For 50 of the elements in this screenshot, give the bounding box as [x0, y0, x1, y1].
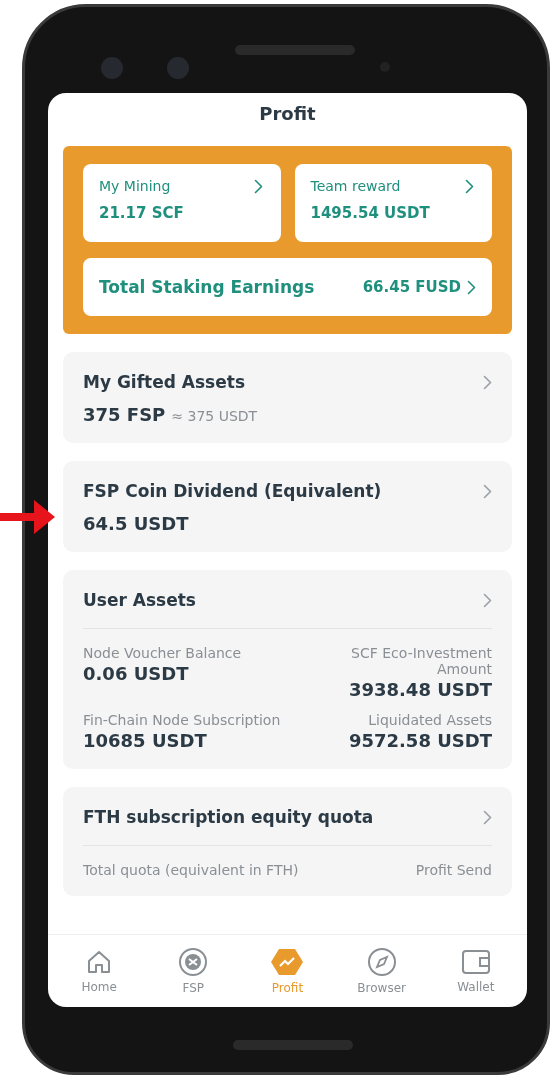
- asset-amount: 0.06 USDT: [83, 663, 190, 685]
- asset-amount: 64.5 USDT: [83, 513, 189, 534]
- wallet-icon: [460, 948, 491, 976]
- total-label: Total Staking Earnings: [99, 277, 315, 297]
- asset-card[interactable]: User Assets Node Voucher Balance 0.06 USDT SCF Eco-Investment Amount 3938.48 USDT Fin-Chain Node Subscription 10685 USDT Liquidated Assets 9572.58 USDT: [63, 570, 512, 770]
- card-title: FSP Coin Dividend (Equivalent): [83, 481, 382, 501]
- asset-label: SCF Eco-Investment Amount: [350, 645, 492, 678]
- tile-value: 21.17 SCF: [99, 204, 185, 222]
- asset-card[interactable]: FSP Coin Dividend (Equivalent) 64.5 USDT: [63, 461, 512, 552]
- asset-amount: 375 FSP: [83, 404, 166, 425]
- card-title: FTH subscription equity quota: [83, 807, 374, 828]
- chevron-right-icon: [465, 178, 474, 194]
- chevron-right-icon: [483, 483, 492, 499]
- chevron-right-icon: [467, 279, 476, 295]
- card-title: User Assets: [83, 590, 196, 610]
- tab-item[interactable]: Profit: [247, 946, 328, 996]
- chevron-right-icon: [253, 178, 263, 194]
- camera-lens: [101, 57, 123, 79]
- total-value: 66.45 FUSD: [362, 278, 461, 296]
- earnings-tile[interactable]: My Mining 21.17 SCF: [83, 164, 281, 242]
- asset-card[interactable]: My Gifted Assets 375 FSP ≈ 375 USDT: [63, 352, 512, 443]
- asset-label: Total quota (equivalent in FTH): [83, 862, 299, 879]
- compass-icon: [366, 947, 397, 977]
- earnings-tile[interactable]: Team reward 1495.54 USDT: [294, 164, 492, 242]
- chevron-right-icon: [483, 592, 492, 608]
- equivalent-amount: ≈ 375 USDT: [171, 408, 258, 424]
- asset-label: Profit Send: [414, 862, 492, 879]
- asset-card[interactable]: FTH subscription equity quota Total quota (equivalent in FTH) Profit Send: [63, 787, 512, 897]
- camera-lens: [167, 57, 189, 79]
- asset-label: Liquidated Assets: [367, 712, 492, 729]
- chevron-right-icon: [483, 374, 492, 390]
- tab-item[interactable]: Home: [59, 947, 140, 995]
- asset-amount: 3938.48 USDT: [348, 679, 492, 701]
- asset-amount: 9572.58 USDT: [348, 730, 492, 752]
- tab-item[interactable]: Browser: [341, 946, 422, 996]
- tab-item[interactable]: Wallet: [435, 947, 516, 995]
- pointer-arrow: [0, 498, 56, 536]
- trend-icon: [270, 947, 305, 977]
- asset-label: Node Voucher Balance: [83, 645, 243, 662]
- tile-label: Team reward: [310, 178, 401, 194]
- tile-value: 1495.54 USDT: [310, 204, 431, 222]
- asset-amount: 10685 USDT: [83, 730, 208, 752]
- tile-label: My Mining: [99, 178, 171, 194]
- card-title: My Gifted Assets: [83, 372, 245, 392]
- screen-title: Profit: [258, 102, 317, 126]
- tab-item[interactable]: FSP: [153, 946, 234, 996]
- total-earnings-row[interactable]: Total Staking Earnings 66.45 FUSD: [83, 258, 492, 316]
- chevron-right-icon: [483, 809, 492, 825]
- asset-label: Fin-Chain Node Subscription: [83, 712, 281, 729]
- coin-icon: [178, 947, 209, 977]
